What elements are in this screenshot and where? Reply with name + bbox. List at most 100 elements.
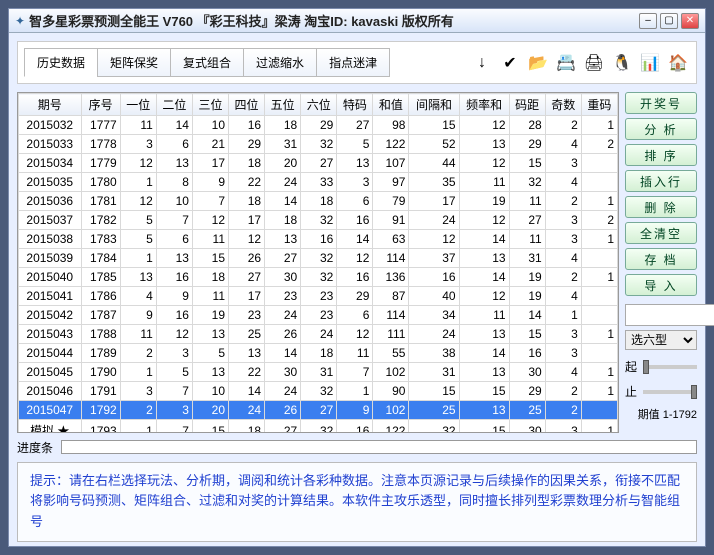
col-header[interactable]: 频率和 [459,94,509,116]
cell: 23 [301,306,337,325]
table-row[interactable]: 20150321777111410161829279815122821 [19,116,618,135]
cell: 2015039 [19,249,82,268]
spin-input[interactable] [625,304,714,326]
col-header[interactable]: 码距 [509,94,545,116]
cell: 25 [409,401,459,420]
side-button-3[interactable]: 插入行 [625,170,697,192]
cell: 12 [459,287,509,306]
home-icon[interactable]: 🏠 [666,52,690,74]
tab-3[interactable]: 过滤缩水 [243,48,317,77]
table-row[interactable]: 2015039178411315262732121143713314 [19,249,618,268]
col-header[interactable]: 二位 [156,94,192,116]
end-slider[interactable] [643,390,697,394]
cell: 2 [545,382,581,401]
col-header[interactable]: 奇数 [545,94,581,116]
chart-icon[interactable]: 📊 [638,52,662,74]
tab-1[interactable]: 矩阵保奖 [97,48,171,77]
close-button[interactable]: ✕ [681,13,699,29]
cell: 13 [156,249,192,268]
cell: 18 [265,211,301,230]
printer-icon[interactable]: 🖨 [582,52,606,74]
calculator-icon[interactable]: 📇 [554,52,578,74]
cell: 1 [337,382,373,401]
table-row[interactable]: 模拟 ★179317151827321612232153031 [19,420,618,433]
cell: 2015036 [19,192,82,211]
table-row[interactable]: 201503617811210718141867917191121 [19,192,618,211]
arrow-down-icon[interactable]: ↓ [470,52,494,74]
play-type-select[interactable]: 选六型 [625,330,697,350]
col-header[interactable]: 六位 [301,94,337,116]
cell: 1788 [81,325,120,344]
col-header[interactable]: 特码 [337,94,373,116]
cell: 12 [229,230,265,249]
tab-2[interactable]: 复式组合 [170,48,244,77]
cell: 29 [229,135,265,154]
table-row[interactable]: 201504517901513223031710231133041 [19,363,618,382]
cell: 16 [337,268,373,287]
side-button-0[interactable]: 开奖号 [625,92,697,114]
cell [581,249,617,268]
side-button-6[interactable]: 存 档 [625,248,697,270]
col-header[interactable]: 序号 [81,94,120,116]
table-row[interactable]: 20150461791371014243219015152921 [19,382,618,401]
progress-bar [61,440,697,454]
cell: 15 [409,116,459,135]
side-button-5[interactable]: 全清空 [625,222,697,244]
col-header[interactable]: 期号 [19,94,82,116]
end-label: 止 [625,383,639,400]
cell: 2015040 [19,268,82,287]
table-row[interactable]: 201503317783621293132512252132942 [19,135,618,154]
cell: 5 [337,135,373,154]
hint-box: 提示：请在右栏选择玩法、分析期，调阅和统计各彩种数据。注意本页源记录与后续操作的… [17,462,697,542]
cell: 3 [545,325,581,344]
cell: 27 [509,211,545,230]
side-button-7[interactable]: 导 入 [625,274,697,296]
table-row[interactable]: 20150471792232024262791022513252 [19,401,618,420]
start-slider[interactable] [643,365,697,369]
side-button-2[interactable]: 排 序 [625,144,697,166]
cell: 6 [156,135,192,154]
cell: 18 [229,154,265,173]
col-header[interactable]: 间隔和 [409,94,459,116]
maximize-button[interactable]: ▢ [660,13,678,29]
tab-0[interactable]: 历史数据 [24,48,98,77]
table-row[interactable]: 20150341779121317182027131074412153 [19,154,618,173]
table-header-row: 期号序号一位二位三位四位五位六位特码和值间隔和频率和码距奇数重码 [19,94,618,116]
cell: 24 [409,211,459,230]
cell: 1 [545,306,581,325]
cell: 3 [156,401,192,420]
col-header[interactable]: 一位 [120,94,156,116]
side-button-4[interactable]: 删 除 [625,196,697,218]
table-row[interactable]: 201503517801892224333973511324 [19,173,618,192]
cell: 34 [409,306,459,325]
table-row[interactable]: 201504217879161923242361143411141 [19,306,618,325]
abc-check-icon[interactable]: ✔ [498,52,522,74]
col-header[interactable]: 重码 [581,94,617,116]
folder-open-icon[interactable]: 📂 [526,52,550,74]
col-header[interactable]: 四位 [229,94,265,116]
table-row[interactable]: 2015044178923513141811553814163 [19,344,618,363]
cell: 10 [192,116,228,135]
col-header[interactable]: 五位 [265,94,301,116]
cell: 8 [156,173,192,192]
side-button-1[interactable]: 分 析 [625,118,697,140]
cell: 2015032 [19,116,82,135]
col-header[interactable]: 三位 [192,94,228,116]
table-row[interactable]: 201503717825712171832169124122732 [19,211,618,230]
table-row[interactable]: 201504017851316182730321613616141921 [19,268,618,287]
penguin-icon[interactable]: 🐧 [610,52,634,74]
cell: 2 [545,116,581,135]
table-row[interactable]: 20150411786491117232329874012194 [19,287,618,306]
table-row[interactable]: 201504317881112132526241211124131531 [19,325,618,344]
data-grid[interactable]: 期号序号一位二位三位四位五位六位特码和值间隔和频率和码距奇数重码 2015032… [17,92,619,433]
cell: 19 [509,287,545,306]
cell: 2015037 [19,211,82,230]
minimize-button[interactable]: – [639,13,657,29]
cell: 52 [409,135,459,154]
col-header[interactable]: 和值 [373,94,409,116]
cell [581,173,617,192]
tab-4[interactable]: 指点迷津 [316,48,390,77]
progress-row: 进度条 [17,439,697,456]
cell: 15 [509,325,545,344]
table-row[interactable]: 201503817835611121316146312141131 [19,230,618,249]
